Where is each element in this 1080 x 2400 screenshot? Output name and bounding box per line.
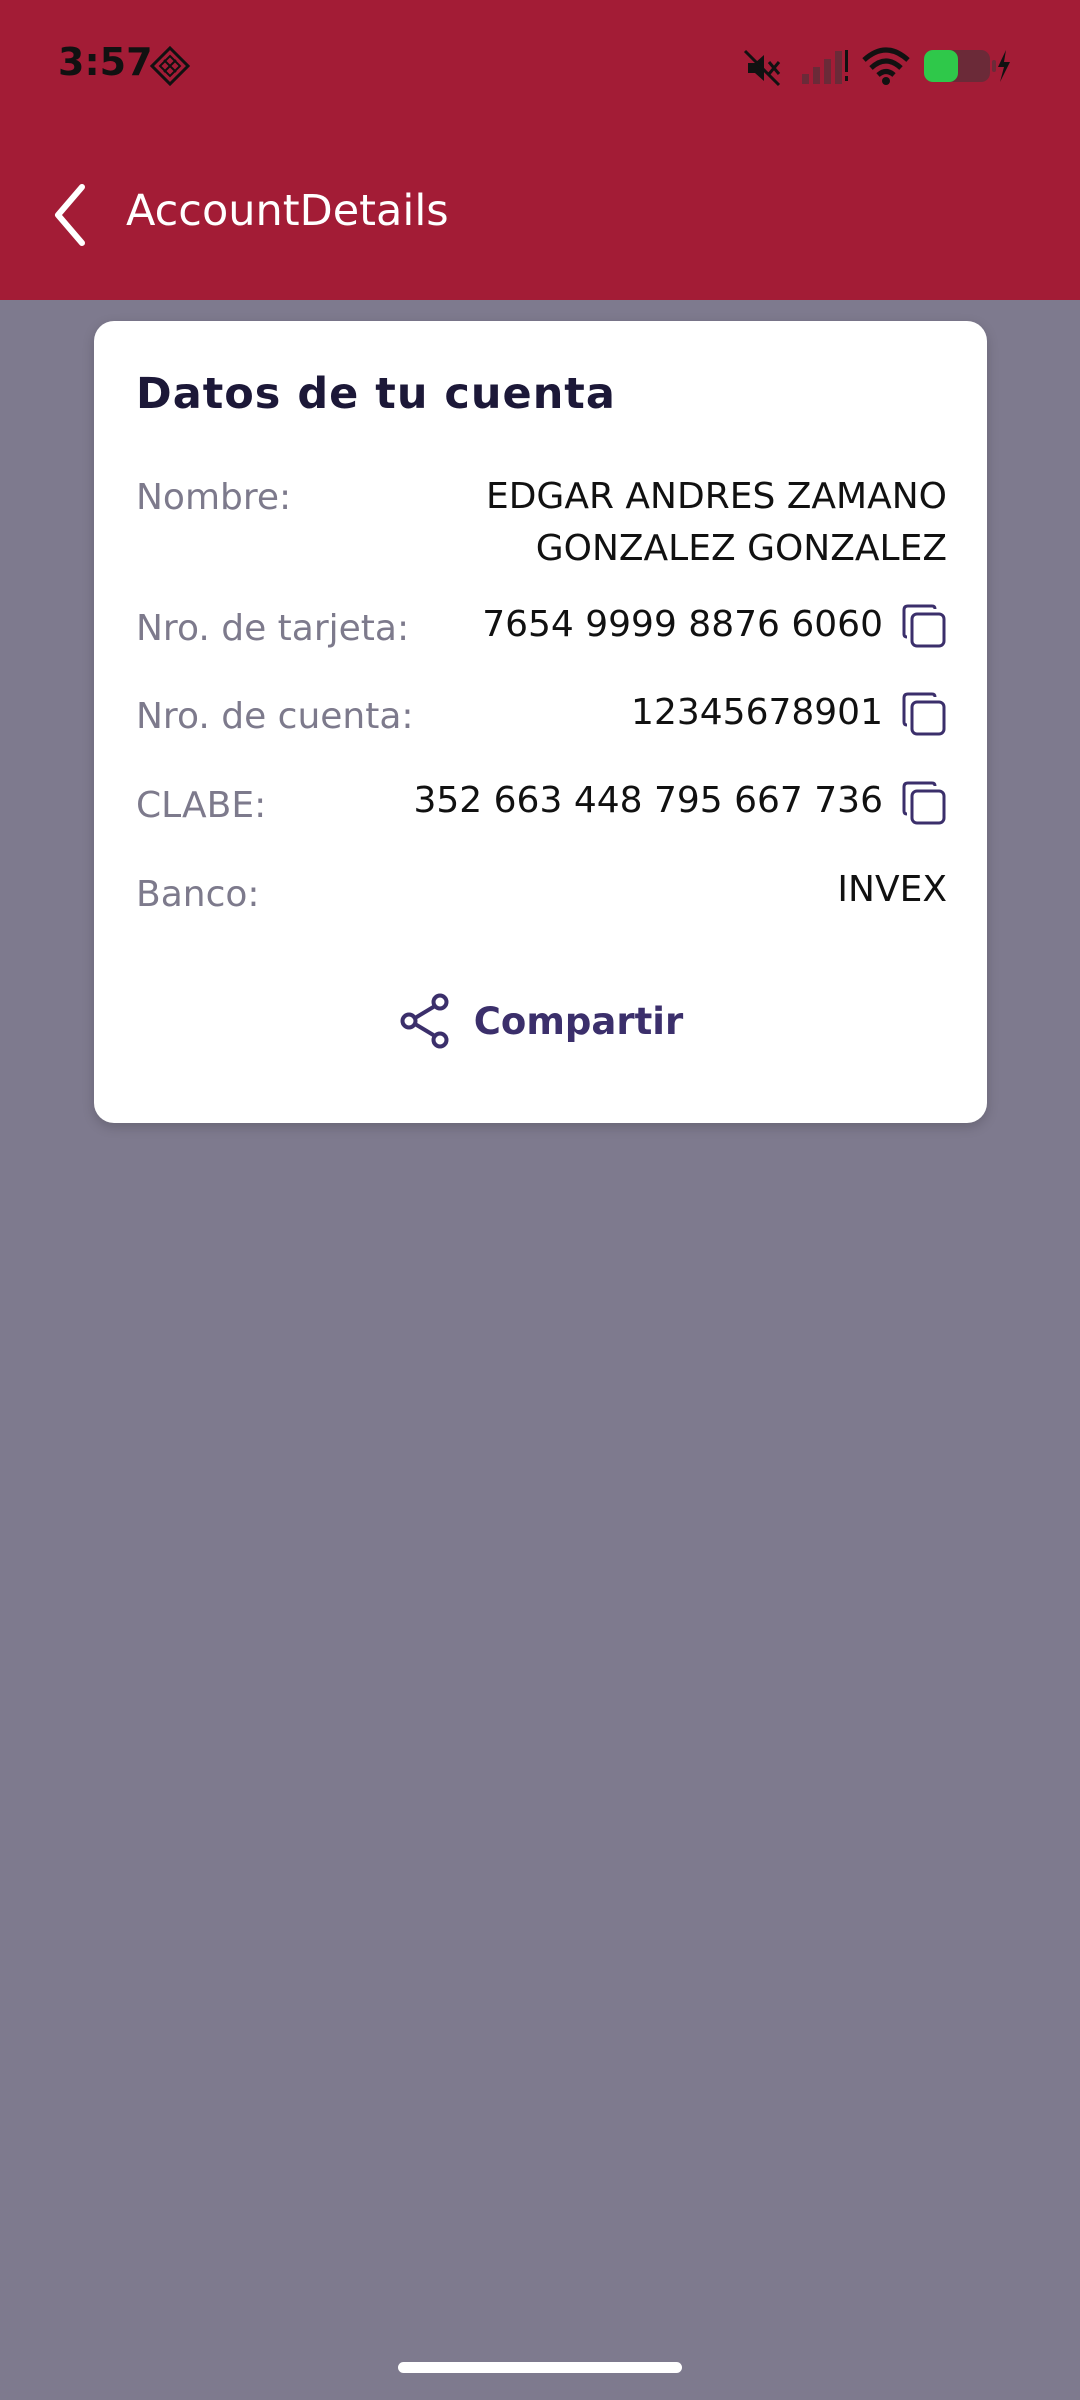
account-details-card: Datos de tu cuenta Nombre: EDGAR ANDRES … [94,321,987,1123]
status-time: 3:57 [58,40,153,84]
share-label: Compartir [473,999,684,1043]
card-number-value: 7654 9999 8876 6060 [482,604,883,645]
copy-card-number-button[interactable] [901,603,947,649]
account-number-value: 12345678901 [631,692,883,733]
battery-charging-icon [924,50,1010,82]
wifi-icon [862,47,910,85]
clabe-value: 352 663 448 795 667 736 [413,780,884,821]
account-number-label: Nro. de cuenta: [136,696,414,737]
copy-icon [902,604,946,648]
chevron-left-icon [55,184,85,246]
signal-icon [802,50,848,84]
mute-icon [743,49,781,87]
card-number-label: Nro. de tarjeta: [136,608,410,649]
app-notification-icon [150,46,190,86]
clabe-label: CLABE: [136,785,267,826]
card-title: Datos de tu cuenta [136,369,616,419]
copy-account-number-button[interactable] [901,691,947,737]
share-icon [400,993,449,1049]
copy-icon [902,692,946,736]
bank-label: Banco: [136,874,260,915]
home-indicator[interactable] [398,2362,682,2373]
copy-clabe-button[interactable] [901,780,947,826]
name-value: EDGAR ANDRES ZAMANO GONZALEZ GONZALEZ [485,476,947,569]
back-button[interactable] [40,180,100,250]
app-header: 3:57 AccountDetails [0,0,1080,300]
share-button[interactable]: Compartir [94,986,987,1056]
name-label: Nombre: [136,477,292,518]
bank-value: INVEX [837,869,947,910]
page-title: AccountDetails [126,186,449,236]
copy-icon [902,781,946,825]
